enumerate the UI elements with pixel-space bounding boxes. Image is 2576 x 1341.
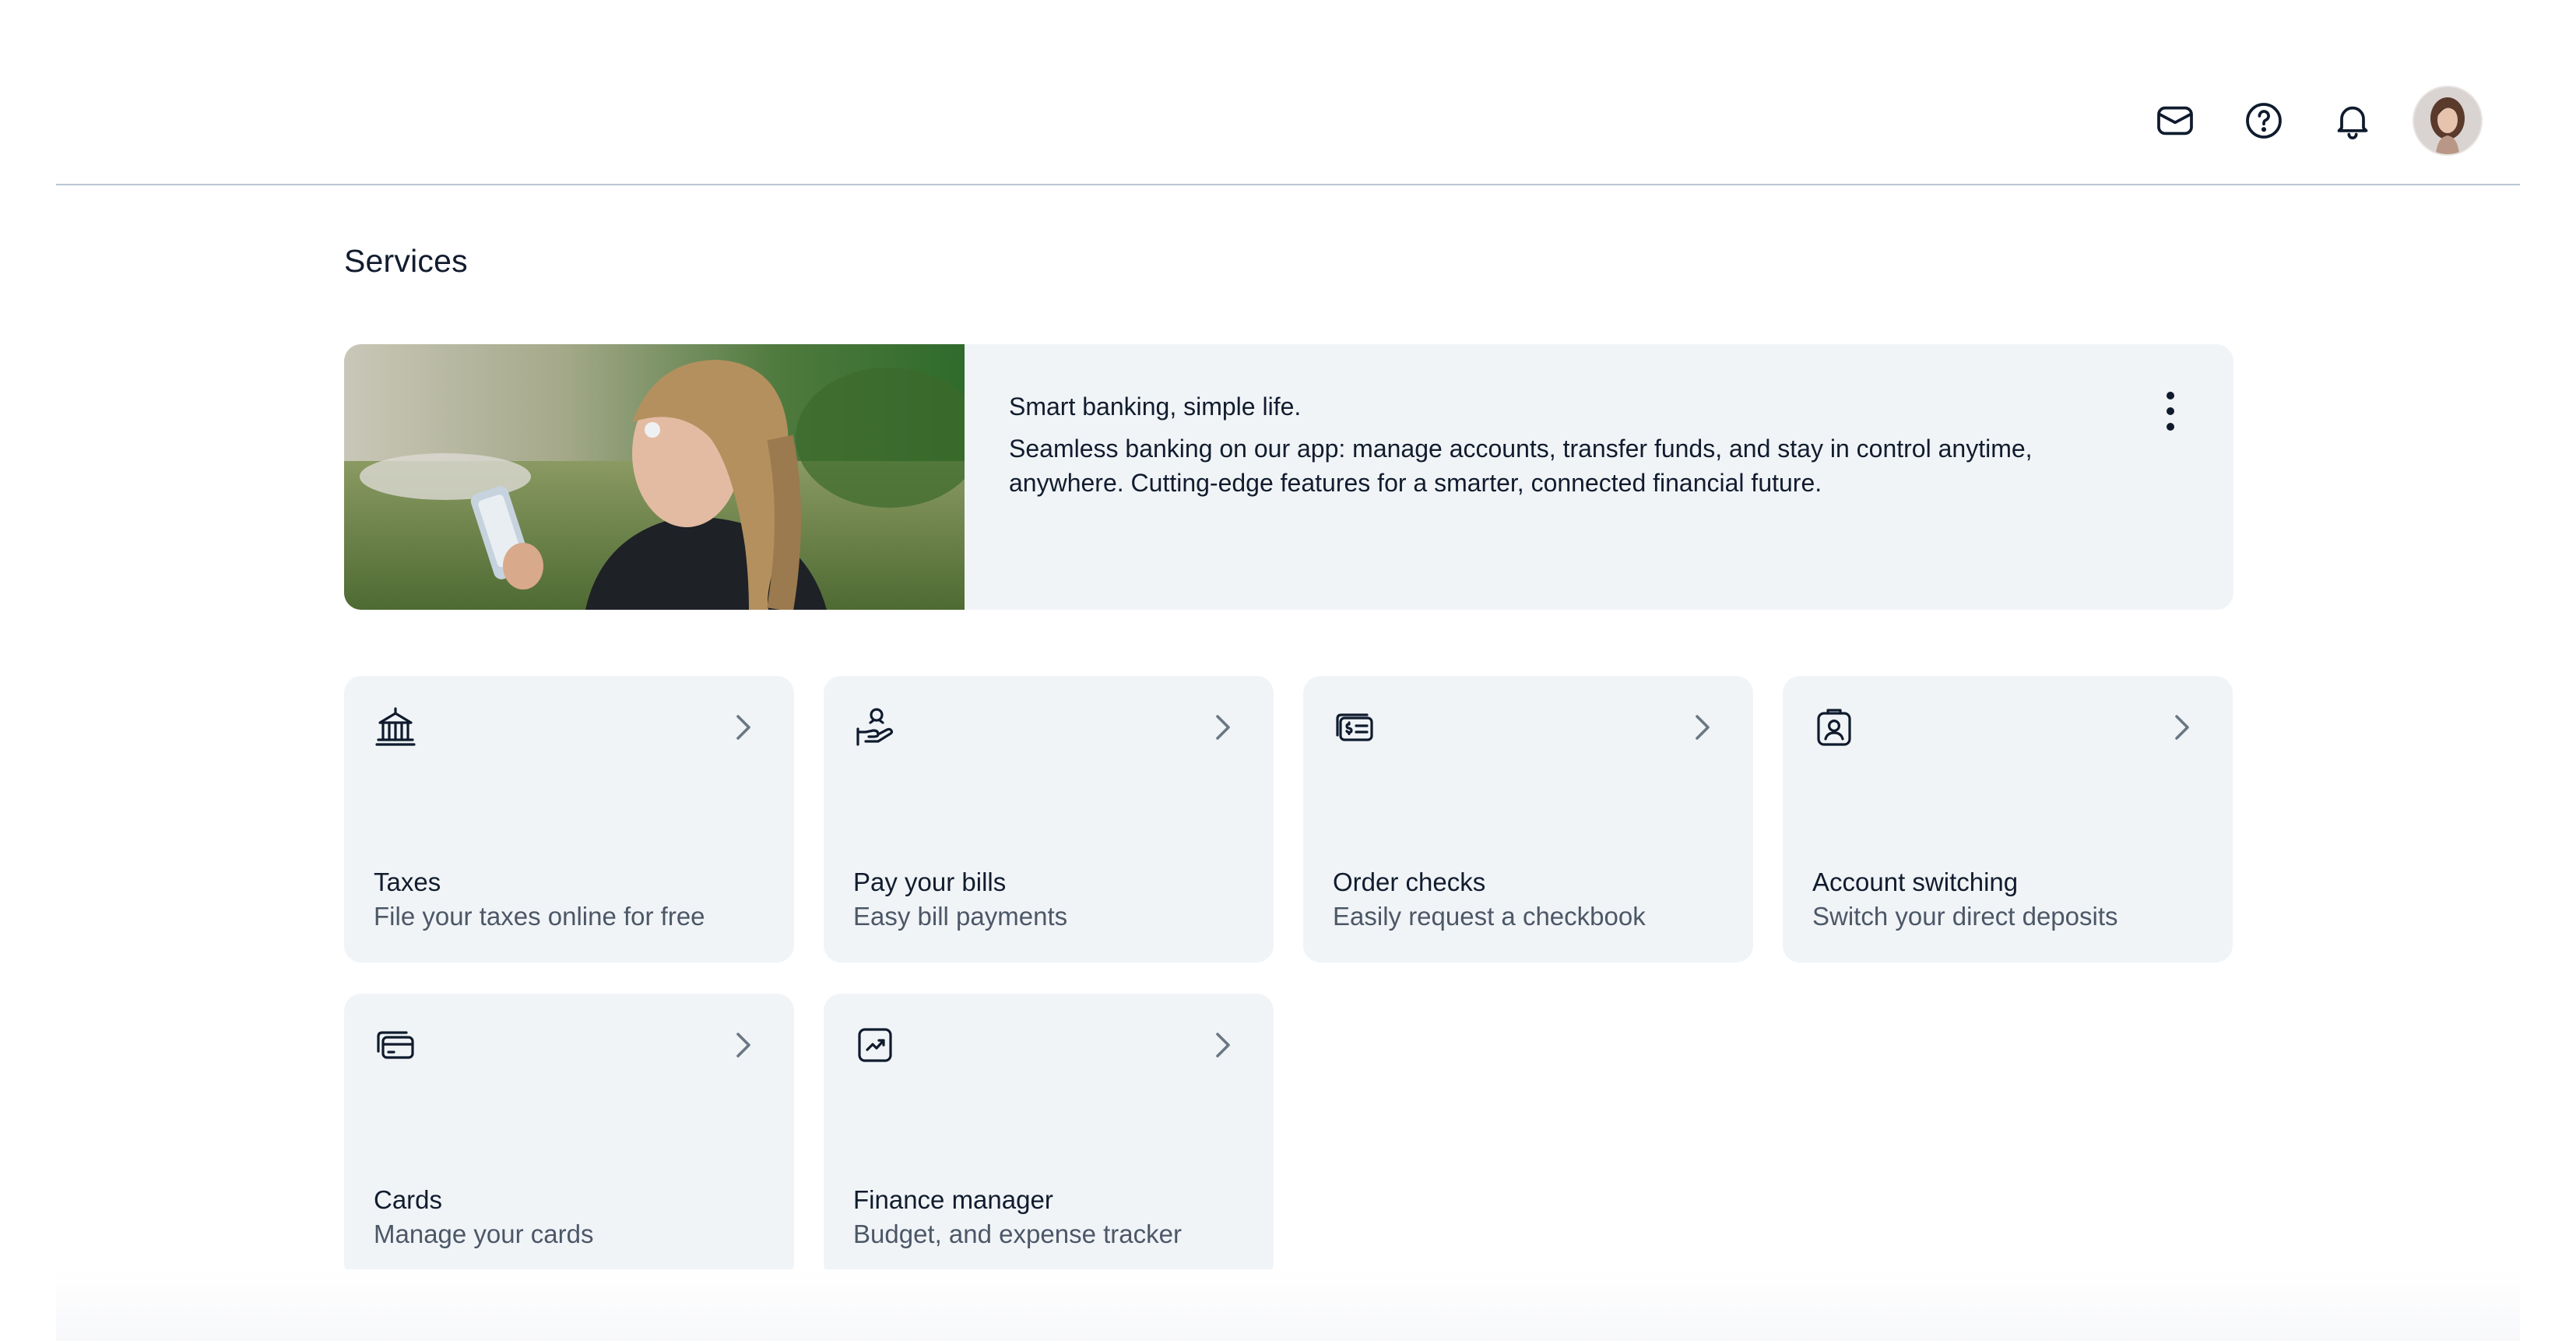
top-bar (56, 0, 2520, 185)
bottom-fade (56, 1269, 2520, 1341)
banner-text: Smart banking, simple life. Seamless ban… (1009, 389, 2114, 500)
banner-photo (344, 344, 965, 610)
card-title: Account switching (1812, 868, 2019, 896)
card-title: Pay your bills (853, 868, 1007, 896)
mail-icon (2157, 106, 2193, 136)
chevron-right-icon (1216, 715, 1230, 740)
service-card-taxes[interactable]: Taxes File your taxes online for free (344, 676, 794, 963)
avatar[interactable] (2414, 87, 2481, 154)
checkbook-icon (1336, 713, 1373, 741)
chevron-right-icon (736, 1033, 750, 1058)
card-subtitle: Easily request a checkbook (1333, 902, 1646, 931)
top-actions (2112, 87, 2481, 154)
card-subtitle: Easy bill payments (853, 902, 1068, 931)
service-card-finance-manager[interactable]: Finance manager Budget, and expense trac… (824, 994, 1274, 1280)
chart-trend-icon (858, 1028, 892, 1062)
card-title: Taxes (374, 868, 441, 896)
banner-description: Seamless banking on our app: manage acco… (1009, 435, 2033, 497)
more-options-icon[interactable] (2159, 388, 2182, 435)
card-title: Finance manager (853, 1185, 1053, 1214)
notifications-button[interactable] (2327, 95, 2378, 146)
app-frame: Services Smart banking, simple life. Sea… (0, 0, 2576, 1341)
card-title: Order checks (1333, 868, 1486, 896)
chevron-right-icon (2175, 715, 2189, 740)
service-card-order-checks[interactable]: Order checks Easily request a checkbook (1303, 676, 1753, 963)
promo-banner[interactable]: Smart banking, simple life. Seamless ban… (344, 344, 2233, 610)
page-title: Services (344, 243, 468, 279)
service-card-pay-bills[interactable]: Pay your bills Easy bill payments (824, 676, 1274, 963)
card-subtitle: File your taxes online for free (374, 902, 705, 931)
chevron-right-icon (1216, 1033, 1230, 1058)
help-icon (2246, 103, 2282, 139)
mail-button[interactable] (2149, 95, 2201, 146)
card-subtitle: Budget, and expense tracker (853, 1220, 1182, 1248)
help-button[interactable] (2238, 95, 2290, 146)
bell-icon (2337, 106, 2368, 139)
banner-title: Smart banking, simple life. (1009, 392, 1302, 421)
chevron-right-icon (1696, 715, 1710, 740)
card-subtitle: Switch your direct deposits (1812, 902, 2118, 931)
card-title: Cards (374, 1185, 443, 1214)
service-card-cards[interactable]: Cards Manage your cards (344, 994, 794, 1280)
user-photo-icon (2414, 87, 2481, 154)
card-subtitle: Manage your cards (374, 1220, 594, 1248)
id-badge-icon (1817, 709, 1851, 746)
bank-building-icon (375, 707, 416, 746)
cards-icon (377, 1031, 414, 1059)
service-card-account-switching[interactable]: Account switching Switch your direct dep… (1783, 676, 2233, 963)
hand-coin-icon (856, 708, 894, 746)
chevron-right-icon (736, 715, 750, 740)
